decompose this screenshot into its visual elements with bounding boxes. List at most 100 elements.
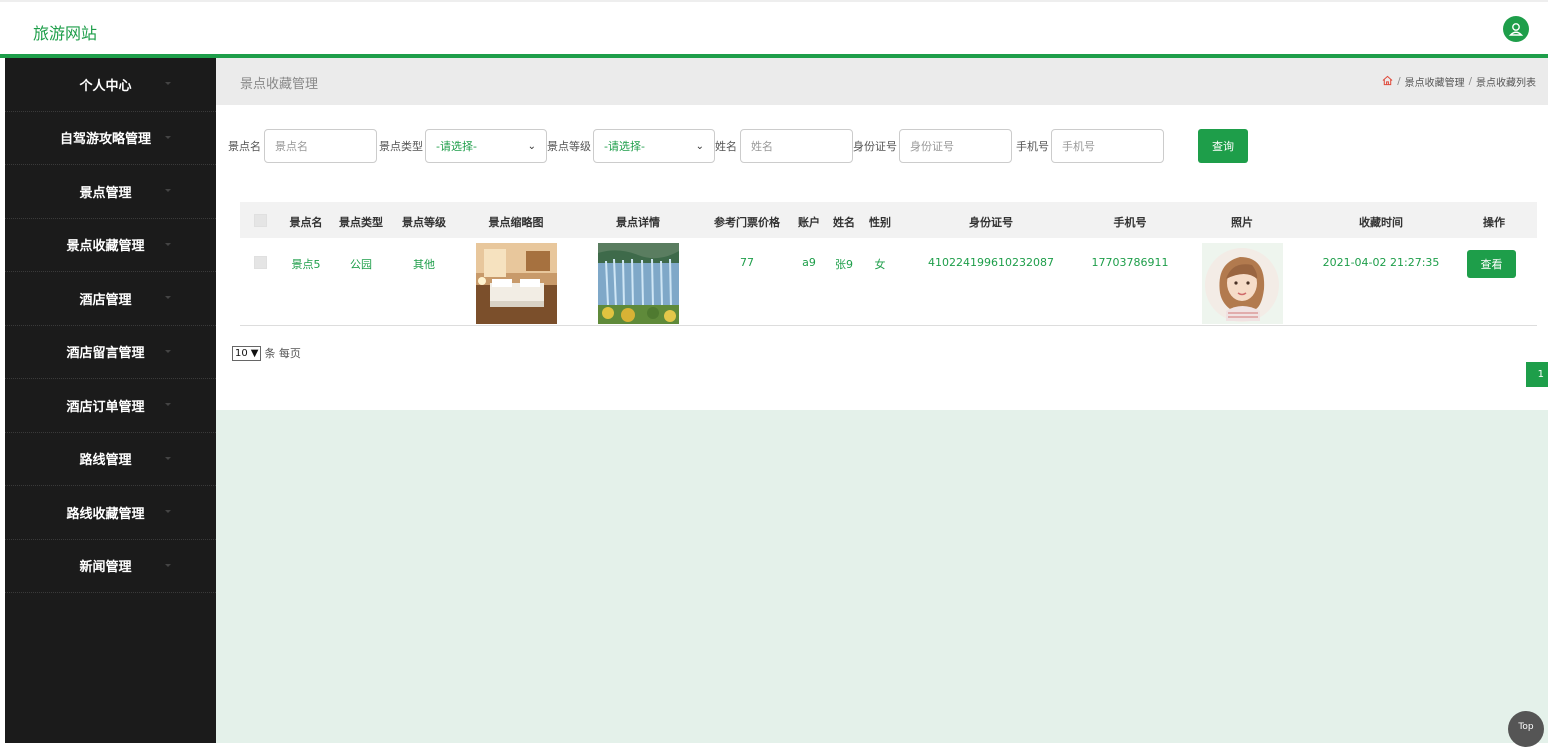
col-header: 景点名: [289, 216, 323, 229]
cell-ticket-price: 77: [740, 256, 754, 269]
caret-down-icon: [165, 135, 171, 139]
caret-down-icon: [165, 563, 171, 567]
sidebar-item-label: 酒店管理: [79, 292, 132, 308]
sidebar-item-hotel-orders[interactable]: 酒店订单管理: [5, 379, 216, 433]
chevron-down-icon: ⌄: [527, 140, 536, 152]
caret-down-icon: [165, 189, 171, 192]
page-size-value: 10: [235, 347, 248, 359]
cell-person-name: 张9: [835, 258, 853, 271]
caret-down-icon: [165, 296, 171, 299]
home-glyph: [1382, 75, 1393, 85]
person-filter-label: 姓名: [715, 140, 737, 153]
phone-filter-input[interactable]: 手机号: [1051, 129, 1164, 163]
caret-down-icon: [165, 456, 171, 460]
user-icon[interactable]: [1503, 16, 1529, 42]
hotel-room-photo: [476, 243, 557, 324]
level-filter-label: 景点等级: [547, 140, 591, 153]
page-size-control: 10 ▼ 条 每页: [232, 345, 301, 361]
sidebar-item-driving-guide[interactable]: 自驾游攻略管理: [5, 112, 216, 165]
per-page-label: 条 每页: [264, 347, 301, 360]
sidebar-item-attractions[interactable]: 景点管理: [5, 165, 216, 219]
col-header: 操作: [1483, 216, 1505, 229]
sidebar-item-label: 酒店订单管理: [66, 399, 145, 415]
cell-attraction-type: 公园: [350, 258, 372, 271]
sidebar-item-label: 个人中心: [79, 78, 132, 94]
sidebar-item-hotels[interactable]: 酒店管理: [5, 272, 216, 326]
cell-account: a9: [802, 256, 816, 269]
page-title: 景点收藏管理: [240, 77, 319, 92]
person-filter-input[interactable]: 姓名: [740, 129, 853, 163]
col-header: 手机号: [1113, 216, 1147, 229]
id-filter-input[interactable]: 身份证号: [899, 129, 1012, 163]
query-button[interactable]: 查询: [1198, 129, 1248, 163]
id-filter-label: 身份证号: [853, 140, 897, 153]
col-header: 姓名: [833, 216, 855, 229]
user-glyph: [1508, 23, 1524, 36]
sidebar-item-label: 景点收藏管理: [66, 239, 145, 255]
sidebar: 个人中心 自驾游攻略管理 景点管理 景点收藏管理 酒店管理 酒店留言管理 酒店订…: [5, 58, 216, 743]
site-brand[interactable]: 旅游网站: [33, 20, 97, 44]
type-filter-value: -请选择-: [436, 140, 477, 153]
sidebar-item-label: 新闻管理: [79, 560, 132, 576]
avatar-photo: [1202, 243, 1283, 324]
level-filter-select[interactable]: -请选择- ⌄: [593, 129, 715, 163]
caret-down-icon: [165, 242, 171, 246]
sidebar-item-label: 路线收藏管理: [66, 506, 145, 522]
cell-id-number: 410224199610232087: [928, 256, 1054, 269]
main-content: 景点收藏管理 / 景点收藏管理 / 景点收藏列表 景点名 景点名 景点类型 -请…: [216, 58, 1548, 743]
phone-filter-label: 手机号: [1016, 140, 1049, 153]
cell-attraction-name: 景点5: [291, 258, 321, 271]
breadcrumb-level2: 景点收藏列表: [1476, 78, 1536, 89]
sidebar-item-personal-center[interactable]: 个人中心: [5, 58, 216, 112]
user-photo-image: [1202, 243, 1283, 324]
home-icon[interactable]: [1382, 75, 1393, 89]
chevron-down-icon: ⌄: [695, 140, 704, 152]
select-all-checkbox[interactable]: [254, 214, 267, 227]
row-checkbox[interactable]: [254, 256, 267, 269]
table-row: 景点5 公园 其他 77 a9 张9 女 410224199610232087 …: [240, 238, 1537, 326]
list-panel: 景点名 景点名 景点类型 -请选择- ⌄ 景点等级 -请选择- ⌄ 姓名 姓名 …: [216, 105, 1548, 410]
breadcrumb-level1[interactable]: 景点收藏管理: [1405, 74, 1465, 89]
col-header: 景点详情: [616, 216, 660, 229]
name-filter-input[interactable]: 景点名: [264, 129, 377, 163]
caret-down-icon: [165, 349, 171, 353]
favorites-table: 景点名 景点类型 景点等级 景点缩略图 景点详情 参考门票价格 账户 姓名 性别…: [240, 202, 1537, 326]
col-header: 账户: [798, 216, 820, 229]
sidebar-item-news[interactable]: 新闻管理: [5, 540, 216, 593]
title-bar: 景点收藏管理 / 景点收藏管理 / 景点收藏列表: [216, 58, 1548, 105]
view-button[interactable]: 查看: [1467, 250, 1516, 278]
caret-down-icon: [165, 403, 171, 406]
page-size-select[interactable]: 10 ▼: [232, 345, 262, 361]
sidebar-item-hotel-messages[interactable]: 酒店留言管理: [5, 326, 216, 379]
chevron-down-icon: ▼: [250, 347, 259, 359]
type-filter-select[interactable]: -请选择- ⌄: [425, 129, 547, 163]
back-to-top-button[interactable]: Top: [1508, 711, 1544, 747]
col-header: 收藏时间: [1359, 216, 1403, 229]
sidebar-item-routes[interactable]: 路线管理: [5, 433, 216, 486]
sidebar-item-attraction-favorites[interactable]: 景点收藏管理: [5, 219, 216, 272]
waterfall-photo: [598, 243, 679, 324]
attraction-detail-image: [598, 243, 679, 324]
col-header: 景点等级: [402, 216, 446, 229]
col-header: 景点缩略图: [488, 216, 544, 229]
breadcrumb: / 景点收藏管理 / 景点收藏列表: [1382, 74, 1536, 89]
caret-down-icon: [165, 510, 171, 513]
sidebar-item-label: 酒店留言管理: [66, 346, 145, 362]
cell-gender: 女: [874, 258, 886, 271]
cell-attraction-level: 其他: [413, 258, 435, 271]
level-filter-value: -请选择-: [604, 140, 645, 153]
caret-down-icon: [165, 82, 171, 85]
type-filter-label: 景点类型: [379, 140, 423, 153]
table-header: 景点名 景点类型 景点等级 景点缩略图 景点详情 参考门票价格 账户 姓名 性别…: [240, 202, 1537, 238]
top-header: 旅游网站: [0, 0, 1548, 56]
attraction-thumbnail-image: [476, 243, 557, 324]
page-number-button[interactable]: 1: [1526, 362, 1548, 387]
col-header: 性别: [869, 216, 891, 229]
sidebar-item-label: 景点管理: [79, 185, 132, 201]
col-header: 参考门票价格: [714, 216, 780, 229]
search-form: 景点名 景点名 景点类型 -请选择- ⌄ 景点等级 -请选择- ⌄ 姓名 姓名 …: [228, 129, 1164, 163]
sidebar-item-label: 自驾游攻略管理: [59, 132, 151, 148]
breadcrumb-separator: /: [1397, 76, 1401, 87]
sidebar-item-route-favorites[interactable]: 路线收藏管理: [5, 486, 216, 540]
name-filter-label: 景点名: [228, 140, 261, 153]
